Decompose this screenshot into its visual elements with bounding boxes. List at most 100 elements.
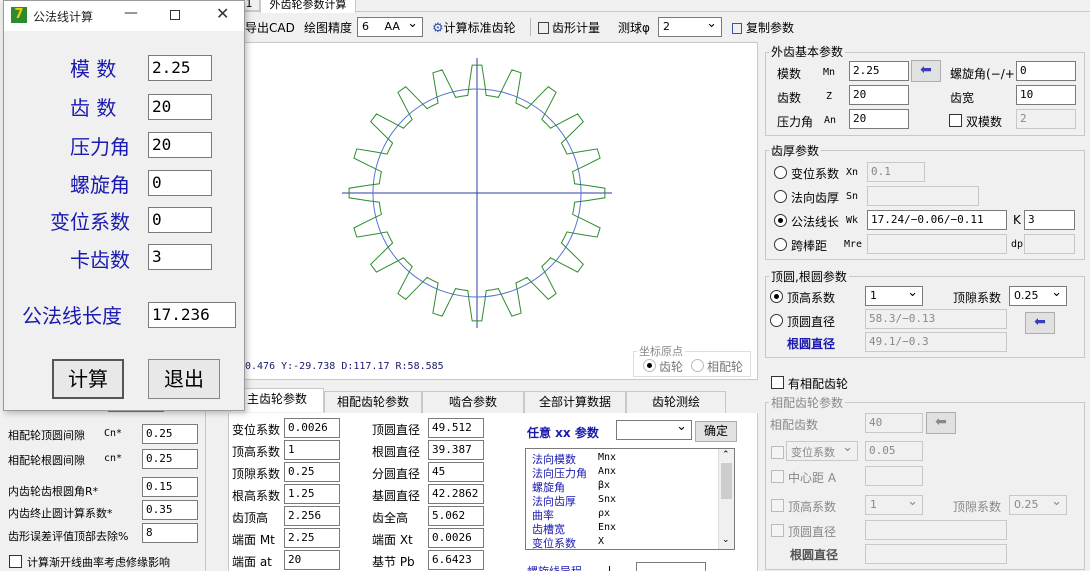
shift-coef-input[interactable]: 0.1	[867, 162, 925, 182]
dlg-teeth-input[interactable]: 20	[148, 94, 212, 120]
tip-diameter-input[interactable]: 58.3/−0.13	[865, 309, 1007, 329]
exit-button[interactable]: 退出	[148, 359, 220, 399]
tab-all-data[interactable]: 全部计算数据	[524, 391, 626, 413]
list-item-symbol: X	[598, 536, 605, 547]
helix-input[interactable]: 0	[1016, 61, 1076, 81]
aa-value: AA	[384, 20, 400, 33]
dlg-shift-input[interactable]: 0	[148, 207, 212, 233]
root-diameter-input[interactable]: 49.1/−0.3	[865, 332, 1007, 352]
param-value[interactable]: 39.387	[428, 440, 484, 460]
double-module-input[interactable]: 2	[1016, 109, 1076, 129]
export-cad-button[interactable]: 导出CAD	[245, 19, 295, 36]
inner-root-radius-input[interactable]: 0.15	[142, 477, 198, 497]
double-module-checkbox[interactable]	[949, 114, 962, 127]
wk-input[interactable]: 17.24/−0.06/−0.11	[867, 210, 1007, 230]
param-value[interactable]: 45	[428, 462, 484, 482]
scroll-down-icon[interactable]: ⌄	[722, 535, 730, 545]
copy-params-button[interactable]: 复制参数	[732, 19, 794, 36]
origin-gear-radio[interactable]	[643, 359, 656, 372]
normal-thickness-symbol: Sn	[846, 191, 859, 202]
normal-thickness-radio[interactable]	[774, 190, 787, 203]
normal-thickness-input[interactable]	[867, 186, 979, 206]
mate-shift-checkbox[interactable]	[771, 446, 784, 459]
param-value[interactable]: 0.0026	[428, 528, 484, 548]
mate-shift-select[interactable]: 变位系数	[786, 440, 858, 461]
param-value[interactable]: 5.062	[428, 506, 484, 526]
mate-clearance-select[interactable]: 0.25	[1009, 494, 1067, 515]
param-value[interactable]: 2.25	[284, 528, 340, 548]
tooth-gauge-button[interactable]: 齿形计量	[538, 19, 600, 36]
mate-root-clearance-input[interactable]: 0.25	[142, 449, 198, 469]
helix-lead-input[interactable]	[636, 562, 706, 571]
param-value[interactable]: 1.25	[284, 484, 340, 504]
calc-button[interactable]: 计算	[52, 359, 124, 399]
k-input[interactable]: 3	[1024, 210, 1075, 230]
param-value[interactable]: 42.2862	[428, 484, 484, 504]
dlg-result-input[interactable]: 17.236	[148, 302, 236, 328]
scroll-up-icon[interactable]: ⌃	[722, 450, 730, 460]
face-width-input[interactable]: 10	[1016, 85, 1076, 105]
maximize-icon[interactable]	[170, 10, 180, 20]
list-item[interactable]: 变位系数	[532, 535, 576, 549]
profile-error-input[interactable]: 8	[142, 523, 198, 543]
mate-tip-input[interactable]	[865, 520, 1007, 540]
tab-external-gear[interactable]: 外齿轮参数计算	[260, 0, 356, 13]
dp-input[interactable]	[1024, 234, 1075, 254]
center-distance-input[interactable]	[865, 466, 923, 486]
param-value[interactable]: 20	[284, 550, 340, 570]
mate-tip-checkbox[interactable]	[771, 524, 784, 537]
any-param-select[interactable]	[616, 419, 692, 440]
confirm-button[interactable]: 确定	[695, 421, 737, 442]
param-value[interactable]: 6.6423	[428, 550, 484, 570]
mate-teeth-arrow-button[interactable]: ⬅	[926, 412, 956, 434]
clearance-select[interactable]: 0.25	[1009, 285, 1067, 306]
close-icon[interactable]: ✕	[216, 4, 229, 23]
tip-diameter-radio[interactable]	[770, 314, 783, 327]
wk-radio[interactable]	[774, 214, 787, 227]
any-param-list[interactable]: 法向模数 Mnx 法向压力角 Anx 螺旋角 βx 法向齿厚 Snx 曲率 ρx 齿槽宽 Enx 变位系…	[525, 448, 735, 550]
module-arrow-button[interactable]: ⬅	[911, 60, 941, 82]
dlg-span-input[interactable]: 3	[148, 244, 212, 270]
param-value[interactable]: 0.25	[284, 462, 340, 482]
mate-tip-clearance-input[interactable]: 0.25	[142, 424, 198, 444]
param-value[interactable]: 0.0026	[284, 418, 340, 438]
mre-input[interactable]	[867, 234, 1007, 254]
list-scrollbar[interactable]: ⌃ ⌄	[718, 449, 734, 549]
involute-curvature-checkbox[interactable]	[9, 555, 22, 568]
param-value[interactable]: 49.512	[428, 418, 484, 438]
mate-root-input[interactable]	[865, 544, 1007, 564]
mate-addendum-checkbox[interactable]	[771, 499, 784, 512]
dlg-helix-input[interactable]: 0	[148, 170, 212, 196]
calc-std-gear-button[interactable]: ⚙计算标准齿轮	[432, 19, 516, 36]
mate-addendum-select[interactable]: 1	[865, 494, 923, 515]
addendum-select[interactable]: 1	[865, 285, 923, 306]
inner-end-circle-input[interactable]: 0.35	[142, 500, 198, 520]
addendum-radio[interactable]	[770, 290, 783, 303]
tab-mate-gear[interactable]: 相配齿轮参数	[324, 391, 422, 413]
tab-mesh[interactable]: 啮合参数	[422, 391, 524, 413]
has-mate-checkbox[interactable]	[771, 376, 784, 389]
scroll-thumb[interactable]	[721, 463, 732, 499]
mate-teeth-input[interactable]: 40	[865, 413, 923, 433]
mate-shift-input[interactable]: 0.05	[865, 441, 923, 461]
teeth-input[interactable]: 20	[849, 85, 909, 105]
tip-arrow-button[interactable]: ⬅	[1025, 312, 1055, 334]
dlg-result-label: 公法线长度	[22, 304, 122, 328]
param-value[interactable]: 2.256	[284, 506, 340, 526]
precision-select[interactable]: 6 AA	[357, 16, 423, 37]
minimize-icon[interactable]: —	[124, 5, 138, 21]
dp-label: dp	[1011, 239, 1024, 250]
origin-mate-radio[interactable]	[691, 359, 704, 372]
param-value[interactable]: 1	[284, 440, 340, 460]
dlg-pressure-input[interactable]: 20	[148, 132, 212, 158]
dlg-module-input[interactable]: 2.25	[148, 55, 212, 81]
shift-coef-radio[interactable]	[774, 166, 787, 179]
dialog-titlebar[interactable]: 7 公法线计算 — ✕	[4, 1, 244, 31]
pressure-angle-input[interactable]: 20	[849, 109, 909, 129]
tab-survey[interactable]: 齿轮测绘	[626, 391, 726, 413]
center-distance-checkbox[interactable]	[771, 470, 784, 483]
mre-radio[interactable]	[774, 238, 787, 251]
gear-canvas[interactable]: 0.476 Y:-29.738 D:117.17 R:58.585 坐标原点 齿…	[200, 42, 758, 380]
ball-select[interactable]: 2	[658, 16, 722, 37]
module-input[interactable]: 2.25	[849, 61, 909, 81]
